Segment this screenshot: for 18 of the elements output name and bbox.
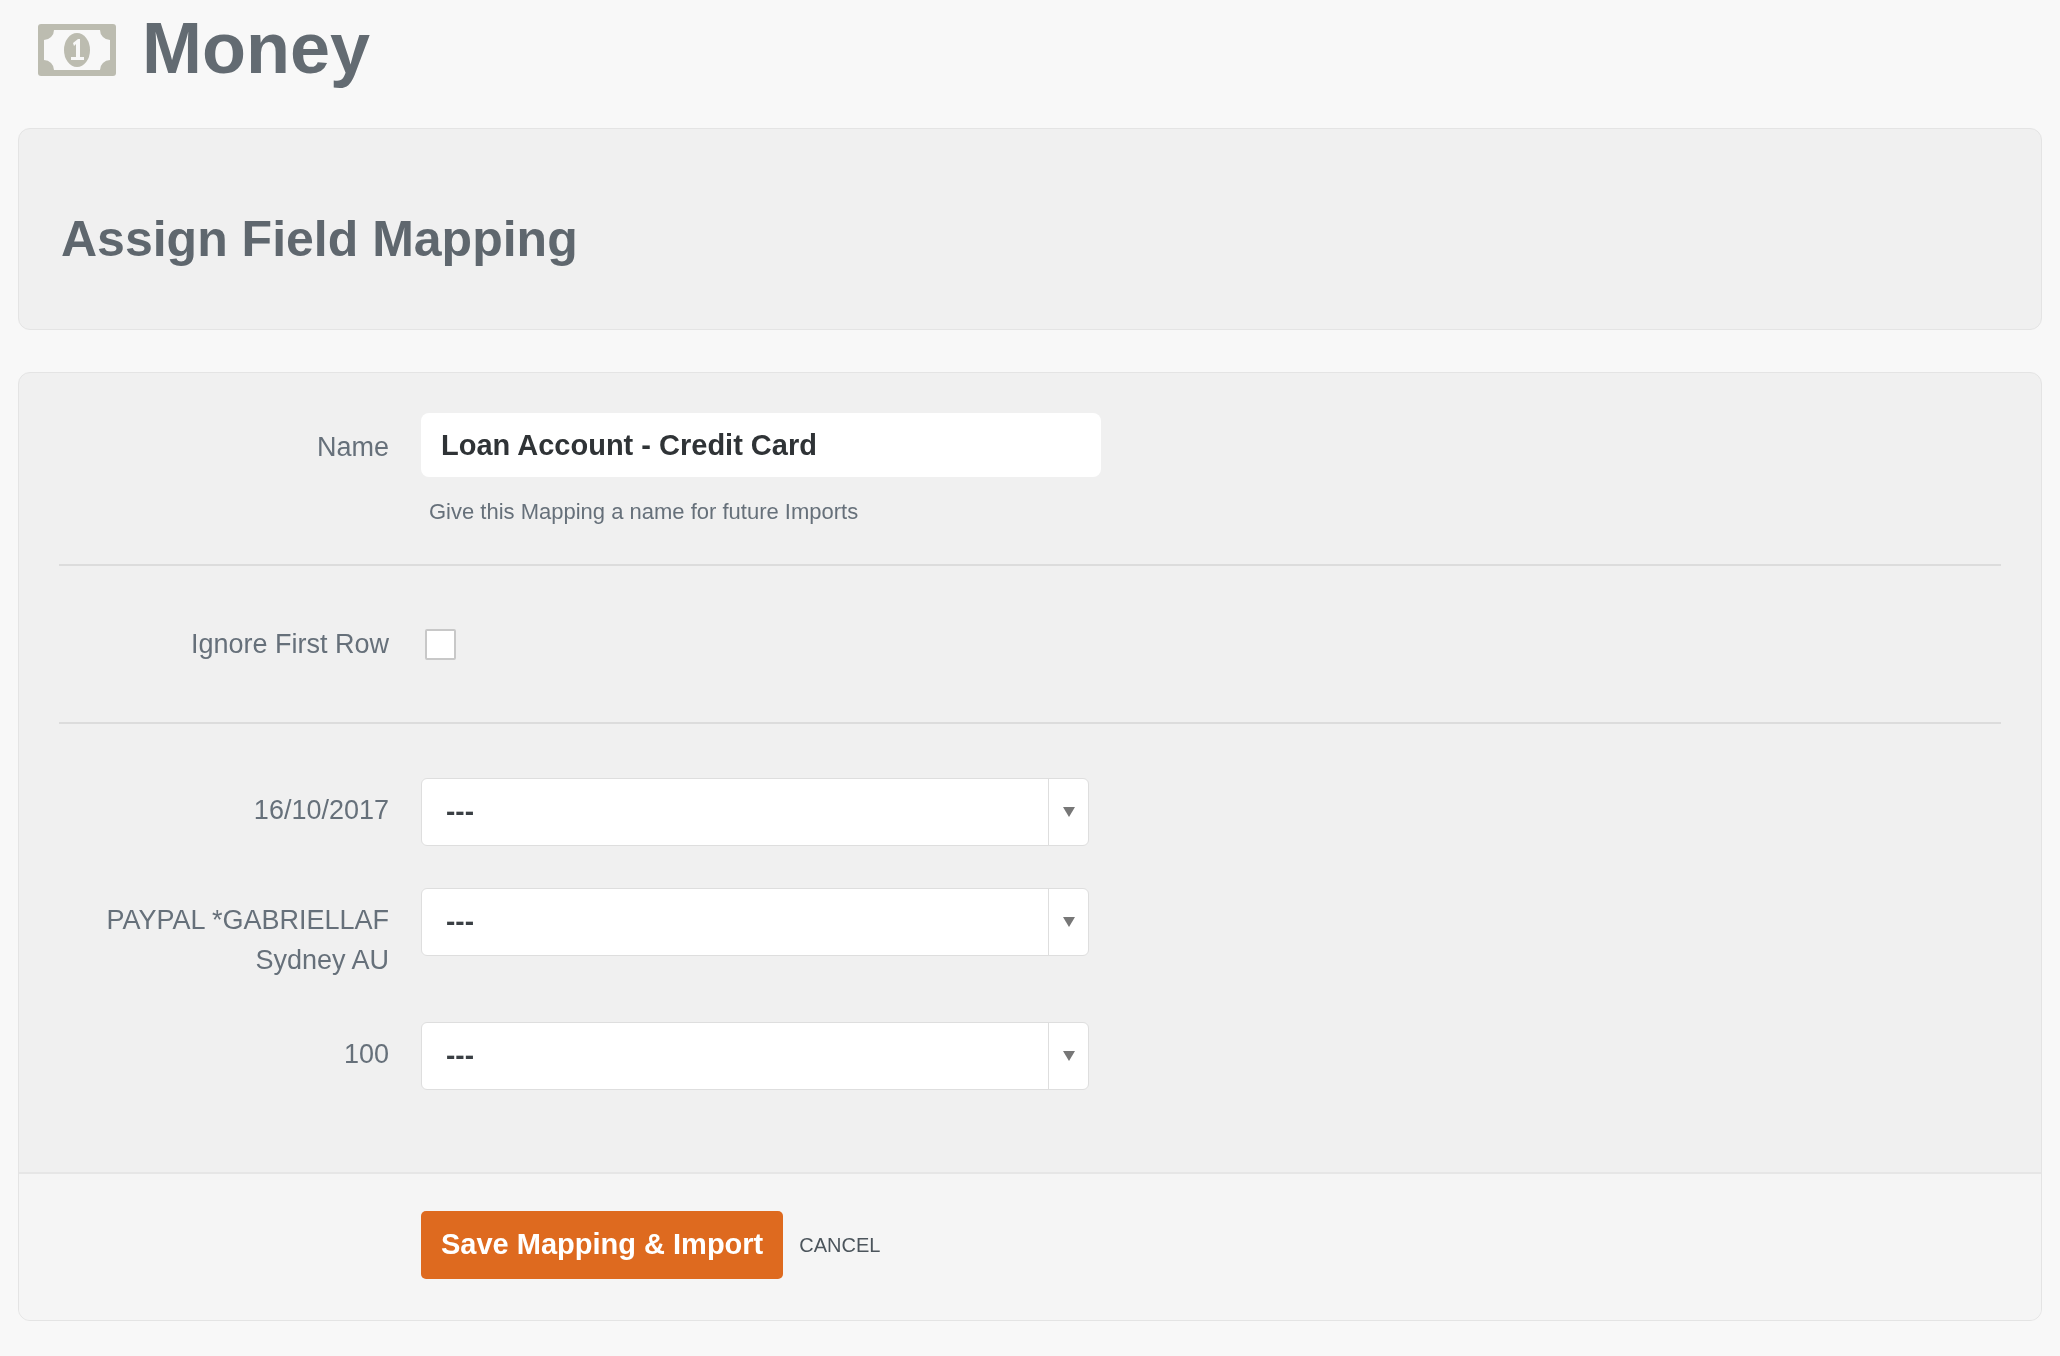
caret-icon: [1062, 917, 1075, 927]
mapping-select[interactable]: ---: [421, 888, 1089, 956]
app-title: Money: [142, 7, 371, 90]
mapping-select[interactable]: ---: [421, 778, 1089, 846]
ignore-first-row-checkbox[interactable]: [425, 628, 456, 660]
mapping-select[interactable]: ---: [421, 1022, 1089, 1090]
field-label: 16/10/2017: [252, 794, 390, 827]
cancel-link[interactable]: CANCEL: [799, 1230, 881, 1260]
banknote-icon: [38, 24, 116, 76]
help-text: Give this Mapping a name for future Imports: [428, 498, 860, 526]
field-label: PAYPAL *GABRIELLAF Sydney AU: [105, 904, 390, 977]
name-input[interactable]: Loan Account - Credit Card: [421, 413, 1101, 477]
caret-icon: [1062, 807, 1075, 817]
field-label: Name: [315, 431, 390, 464]
field-label: 100: [342, 1038, 390, 1071]
page-title: Assign Field Mapping: [61, 209, 578, 269]
caret-icon: [1062, 1051, 1075, 1061]
field-label: Ignore First Row: [189, 628, 390, 661]
